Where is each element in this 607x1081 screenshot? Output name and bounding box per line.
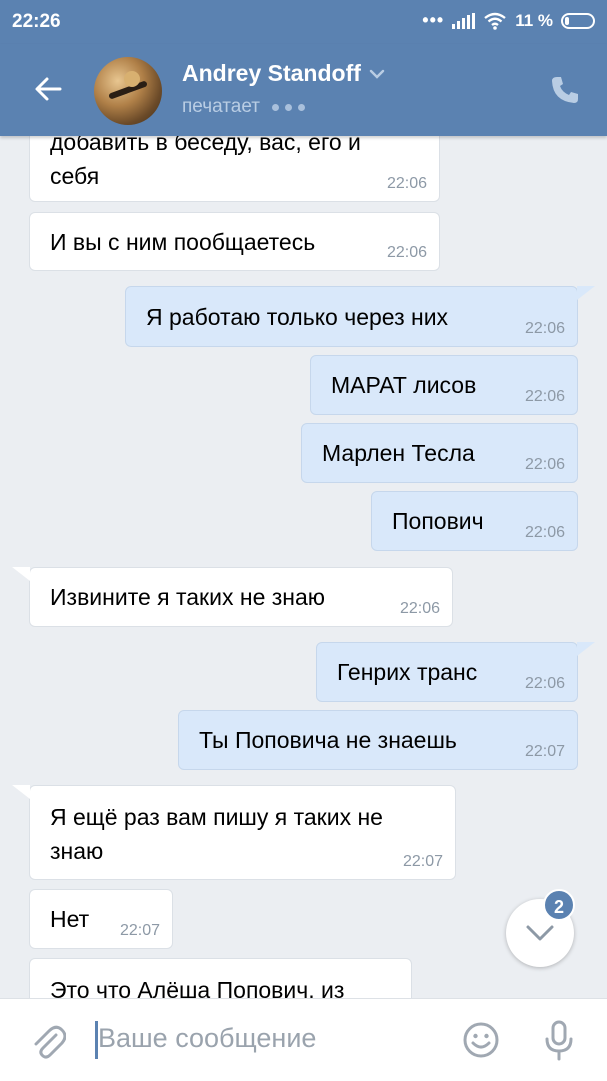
avatar[interactable] [94,57,162,125]
typing-status: печатает [182,96,305,118]
message-text: добавить в беседу, вас, его и [50,136,361,155]
message-text: Извините я таких не знаю [50,584,326,610]
notification-dots-icon: ••• [422,10,445,30]
unread-count-badge: 2 [543,889,575,921]
message-text: себя [50,163,100,189]
typing-dots-icon [271,103,305,111]
message-time: 22:06 [386,175,427,192]
message-text: Нет [50,906,90,932]
message-list[interactable]: добавить в беседу, вас, его и себя 22:06… [0,136,607,998]
chevron-down-icon [526,925,554,941]
contact-name-label: Andrey Standoff [182,60,361,86]
message-outgoing[interactable]: Ты Поповича не знаешь 22:07 [178,710,578,770]
message-outgoing[interactable]: Я работаю только через них 22:06 [125,286,595,347]
message-incoming[interactable]: И вы с ним пообщаетесь 22:06 [29,212,440,271]
message-text: знаю [50,838,104,864]
message-time: 22:07 [524,743,565,760]
contact-name[interactable]: Andrey Standoff [182,60,385,87]
status-bar: 22:26 ••• 11 % [0,0,607,44]
message-time: 22:06 [386,244,427,261]
message-time: 22:06 [399,600,440,617]
message-time: 22:06 [524,456,565,473]
message-time: 22:07 [119,922,160,939]
wifi-icon [484,12,506,30]
typing-label: печатает [182,96,260,117]
battery-icon [561,12,595,29]
message-incoming[interactable]: Извините я таких не знаю 22:06 [12,567,453,627]
message-text: Я ещё раз вам пишу я таких не [50,804,383,830]
status-icons: ••• 11 % [422,10,595,31]
message-time: 22:06 [524,320,565,337]
battery-percent: 11 % [515,10,553,30]
message-time: 22:06 [524,524,565,541]
clock: 22:26 [12,11,61,32]
message-composer: Ваше сообщение [0,998,607,1081]
message-input[interactable]: Ваше сообщение [98,1023,316,1054]
message-text: Это что Алёша Попович, из [50,977,345,998]
message-text: И вы с ним пообщаетесь [50,229,316,255]
message-incoming[interactable]: Нет 22:07 [29,889,173,949]
message-time: 22:07 [402,853,443,870]
signal-icon [452,12,476,29]
message-text: Ты Поповича не знаешь [199,727,457,753]
message-outgoing[interactable]: МАРАТ лисов 22:06 [310,355,578,415]
chat-header: Andrey Standoff печатает [0,44,607,136]
chevron-down-icon [369,69,385,79]
message-outgoing[interactable]: Попович 22:06 [371,491,578,551]
back-arrow-icon[interactable] [30,71,66,107]
message-text: Генрих транс [337,659,478,685]
smile-icon[interactable] [462,1021,500,1059]
message-incoming[interactable]: Это что Алёша Попович, из [29,958,412,998]
message-time: 22:06 [524,388,565,405]
message-incoming[interactable]: добавить в беседу, вас, его и себя 22:06 [29,136,440,202]
message-text: Я работаю только через них [146,304,449,330]
message-outgoing[interactable]: Марлен Тесла 22:06 [301,423,578,483]
message-outgoing[interactable]: Генрих транс 22:06 [316,642,595,702]
paperclip-icon[interactable] [30,1021,66,1061]
message-text: Марлен Тесла [322,440,475,466]
message-text: МАРАТ лисов [331,372,477,398]
message-text: Попович [392,508,484,534]
microphone-icon[interactable] [543,1019,575,1061]
message-incoming[interactable]: Я ещё раз вам пишу я таких не знаю 22:07 [12,785,456,880]
message-time: 22:06 [524,675,565,692]
phone-icon[interactable] [549,74,581,106]
